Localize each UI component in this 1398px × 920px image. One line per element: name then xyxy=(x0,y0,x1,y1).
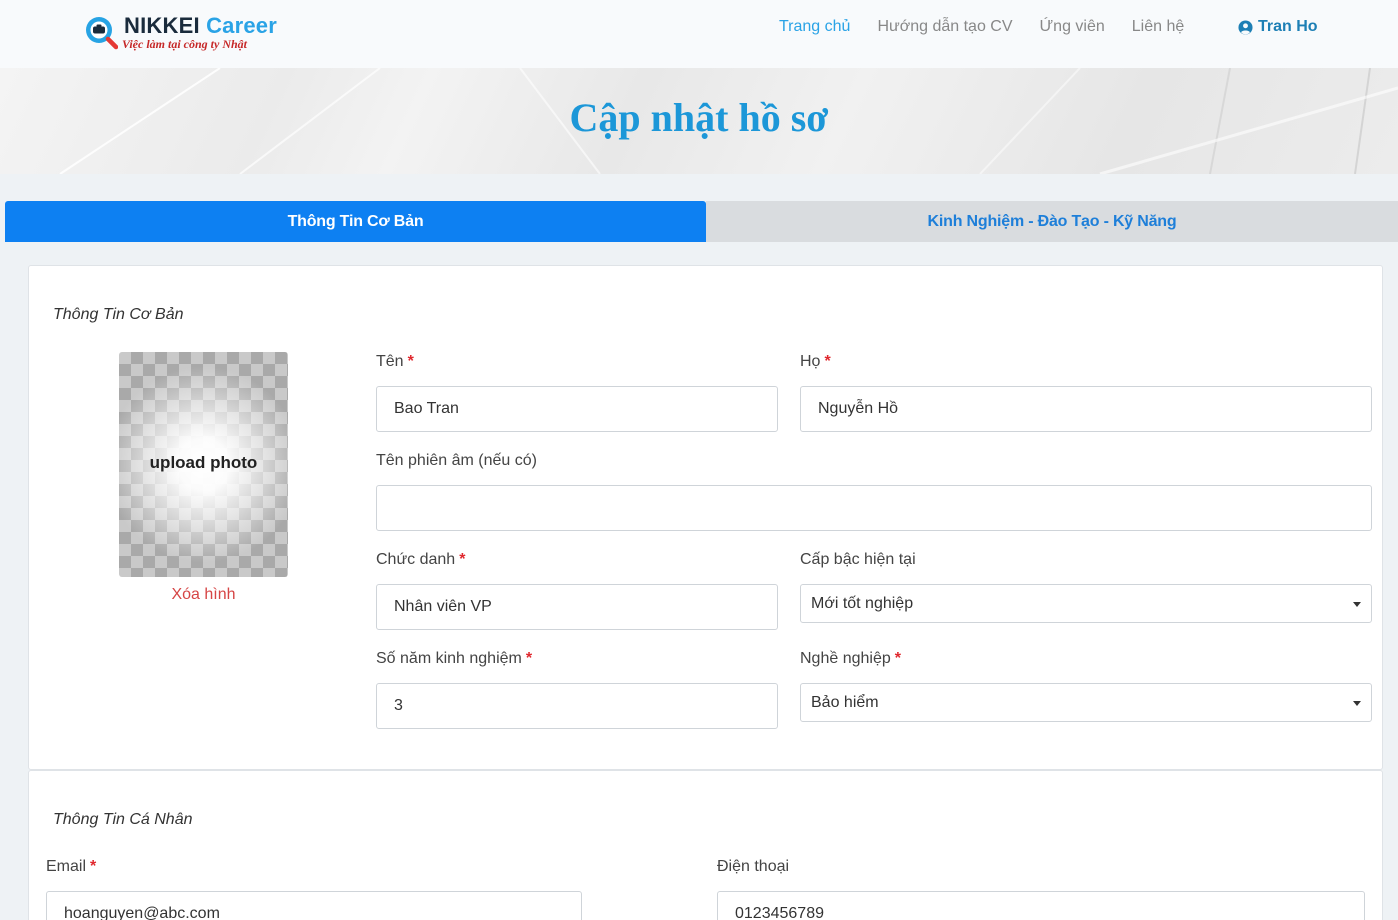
nav-candidates[interactable]: Ứng viên xyxy=(1040,18,1105,36)
basic-info-card: Thông Tin Cơ Bản upload photo Xóa hình T… xyxy=(28,265,1383,770)
dropdown-caret-icon xyxy=(1353,602,1361,607)
user-name: Tran Ho xyxy=(1258,18,1318,35)
main-nav: Trang chủ Hướng dẫn tạo CV Ứng viên Liên… xyxy=(779,18,1184,36)
personal-info-card: Thông Tin Cá Nhân Email * hoanguyen@abc.c… xyxy=(28,770,1383,920)
years-experience-label: Số năm kinh nghiệm * xyxy=(376,650,533,667)
phonetic-name-label: Tên phiên âm (nếu có) xyxy=(376,452,537,469)
nav-contact[interactable]: Liên hệ xyxy=(1132,18,1185,36)
section-title-personal: Thông Tin Cá Nhân xyxy=(53,811,193,828)
section-title-basic: Thông Tin Cơ Bản xyxy=(53,306,184,323)
tab-experience-education-skills[interactable]: Kinh Nghiệm - Đào Tạo - Kỹ Năng xyxy=(706,201,1398,242)
user-menu[interactable]: Tran Ho xyxy=(1238,18,1318,36)
job-title-label: Chức danh * xyxy=(376,551,466,568)
first-name-label: Tên * xyxy=(376,353,414,370)
remove-photo-link[interactable]: Xóa hình xyxy=(119,586,288,604)
email-label: Email * xyxy=(46,858,97,875)
profile-tabs: Thông Tin Cơ Bản Kinh Nghiệm - Đào Tạo -… xyxy=(5,201,1398,242)
email-input[interactable]: hoanguyen@abc.com xyxy=(46,891,582,920)
user-circle-icon xyxy=(1238,19,1253,35)
occupation-value: Bảo hiểm xyxy=(811,693,879,711)
logo-magnifier-icon xyxy=(86,17,118,50)
occupation-select[interactable]: Bảo hiểm xyxy=(800,683,1372,722)
last-name-label: Họ * xyxy=(800,353,831,370)
upload-photo-label: upload photo xyxy=(149,453,258,472)
years-experience-input[interactable]: 3 xyxy=(376,683,778,729)
nav-cv-guide[interactable]: Hướng dẫn tạo CV xyxy=(877,18,1012,36)
brand-tagline: Việc làm tại công ty Nhật xyxy=(122,37,247,51)
page-banner: Cập nhật hồ sơ xyxy=(0,68,1398,174)
brand-name: NIKKEI Career xyxy=(124,13,277,38)
brand-logo[interactable]: NIKKEI Career Việc làm tại công ty Nhật xyxy=(82,12,282,56)
first-name-input[interactable]: Bao Tran xyxy=(376,386,778,432)
last-name-input[interactable]: Nguyễn Hồ xyxy=(800,386,1372,432)
phonetic-name-input[interactable] xyxy=(376,485,1372,531)
navbar: NIKKEI Career Việc làm tại công ty Nhật … xyxy=(0,0,1398,68)
occupation-label: Nghề nghiệp * xyxy=(800,650,901,667)
nav-home[interactable]: Trang chủ xyxy=(779,18,850,36)
current-level-label: Cấp bậc hiện tại xyxy=(800,551,916,568)
dropdown-caret-icon xyxy=(1353,701,1361,706)
photo-upload[interactable]: upload photo xyxy=(119,352,288,577)
current-level-value: Mới tốt nghiệp xyxy=(811,594,914,612)
phone-input[interactable]: 0123456789 xyxy=(717,891,1365,920)
page-title: Cập nhật hồ sơ xyxy=(569,95,829,140)
tab-basic-info[interactable]: Thông Tin Cơ Bản xyxy=(5,201,706,242)
job-title-input[interactable]: Nhân viên VP xyxy=(376,584,778,630)
phone-label: Điện thoại xyxy=(717,858,790,875)
current-level-select[interactable]: Mới tốt nghiệp xyxy=(800,584,1372,623)
